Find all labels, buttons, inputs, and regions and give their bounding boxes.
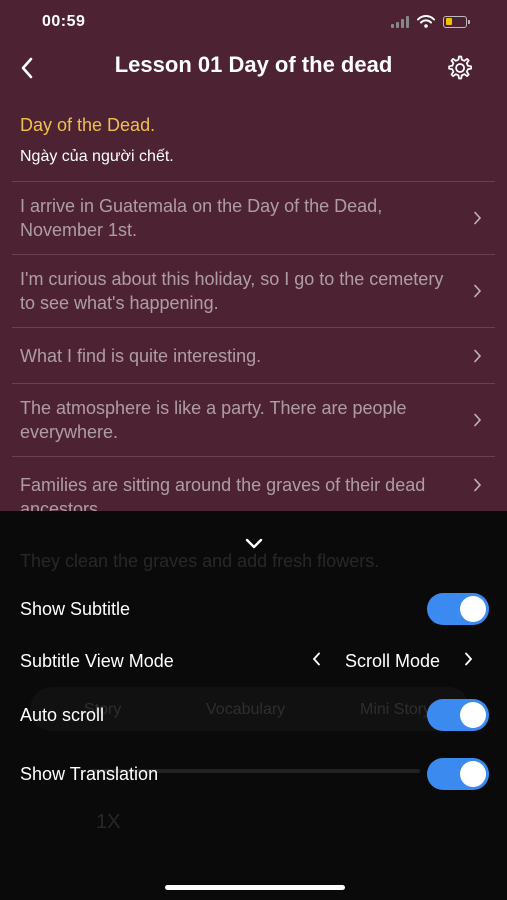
collapse-sheet-button[interactable] (240, 535, 268, 553)
previous-mode-button[interactable] (312, 652, 321, 671)
show-subtitle-label: Show Subtitle (20, 598, 131, 619)
chevron-right-icon (471, 211, 483, 225)
show-subtitle-toggle[interactable] (427, 593, 489, 625)
sentence-text: What I find is quite interesting. (20, 345, 262, 366)
show-translation-toggle[interactable] (427, 758, 489, 790)
sentence-row[interactable]: I'm curious about this holiday, so I go … (0, 255, 507, 327)
view-mode-picker: Scroll Mode (312, 651, 473, 672)
toggle-knob (460, 702, 486, 728)
battery-icon (443, 15, 470, 28)
header: Lesson 01 Day of the dead (0, 46, 507, 90)
heading-translation: Ngày của người chết. (20, 148, 174, 165)
gear-icon (448, 55, 472, 80)
subtitle-view-mode-row: Subtitle View Mode Scroll Mode (20, 641, 489, 681)
sentence-row[interactable]: I arrive in Guatemala on the Day of the … (0, 182, 507, 254)
sentence-text: The atmosphere is like a party. There ar… (20, 398, 407, 442)
lesson-list: Day of the Dead. Ngày của người chết. I … (0, 108, 507, 529)
sentence-row[interactable]: The atmosphere is like a party. There ar… (0, 384, 507, 456)
next-mode-button[interactable] (464, 652, 473, 671)
auto-scroll-label: Auto scroll (20, 704, 105, 725)
show-translation-label: Show Translation (20, 763, 159, 784)
page-title: Lesson 01 Day of the dead (114, 52, 393, 77)
back-button[interactable] (12, 50, 42, 86)
cellular-signal-icon (391, 15, 409, 28)
auto-scroll-toggle[interactable] (427, 699, 489, 731)
chevron-right-icon (465, 652, 473, 665)
subtitle-view-mode-label: Subtitle View Mode (20, 650, 174, 671)
wifi-icon (417, 15, 435, 28)
status-time: 00:59 (42, 13, 86, 30)
view-mode-value: Scroll Mode (344, 650, 440, 671)
toggle-knob (460, 761, 486, 787)
sentence-text: I'm curious about this holiday, so I go … (20, 269, 444, 313)
chevron-left-icon (312, 652, 320, 665)
chevron-right-icon (471, 413, 483, 427)
home-indicator[interactable] (165, 885, 345, 890)
chevron-left-icon (21, 57, 33, 79)
subtitle-settings-sheet: Show Subtitle Subtitle View Mode Scroll … (0, 511, 507, 900)
sentence-text: I arrive in Guatemala on the Day of the … (20, 196, 383, 240)
sentence-row[interactable]: What I find is quite interesting. (0, 328, 507, 383)
heading-english: Day of the Dead. (20, 115, 156, 135)
chevron-down-icon (245, 538, 263, 549)
status-bar: 00:59 (0, 0, 507, 46)
show-subtitle-row: Show Subtitle (20, 589, 489, 629)
status-icons (391, 15, 470, 28)
toggle-knob (460, 596, 486, 622)
auto-scroll-row: Auto scroll (20, 695, 489, 735)
show-translation-row: Show Translation (20, 754, 489, 794)
chevron-right-icon (471, 284, 483, 298)
chevron-right-icon (471, 478, 483, 492)
lesson-heading: Day of the Dead. Ngày của người chết. (0, 113, 507, 168)
chevron-right-icon (471, 349, 483, 363)
settings-button[interactable] (445, 54, 473, 82)
